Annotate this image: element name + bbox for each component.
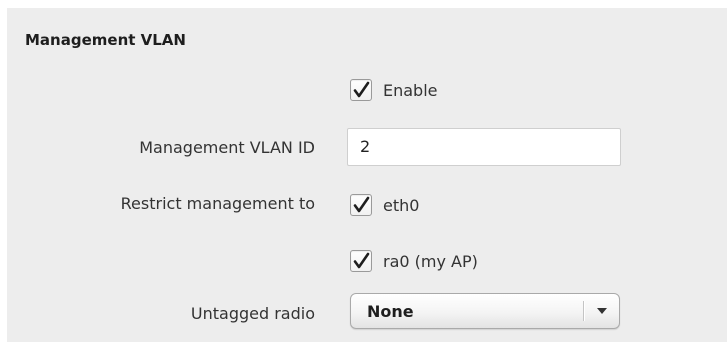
untagged-radio-label: Untagged radio [190,304,315,323]
checkmark-icon [353,81,370,98]
triangle-down-icon[interactable] [595,306,609,316]
checkmark-icon [353,252,370,269]
section-title: Management VLAN [25,31,186,49]
checkmark-icon [353,196,370,213]
select-value: None [367,302,414,321]
untagged-radio-select[interactable]: None [350,293,620,329]
ra0-checkbox[interactable] [350,250,372,272]
vlan-id-label: Management VLAN ID [139,138,315,157]
select-divider [583,301,584,321]
restrict-label: Restrict management to [120,194,315,213]
eth0-label: eth0 [383,196,420,215]
vlan-id-input[interactable]: 2 [347,128,621,166]
enable-label: Enable [383,81,438,100]
eth0-checkbox[interactable] [350,194,372,216]
enable-checkbox[interactable] [350,79,372,101]
ra0-label: ra0 (my AP) [383,252,478,271]
management-vlan-panel: Management VLAN Enable Management VLAN I… [7,8,727,342]
